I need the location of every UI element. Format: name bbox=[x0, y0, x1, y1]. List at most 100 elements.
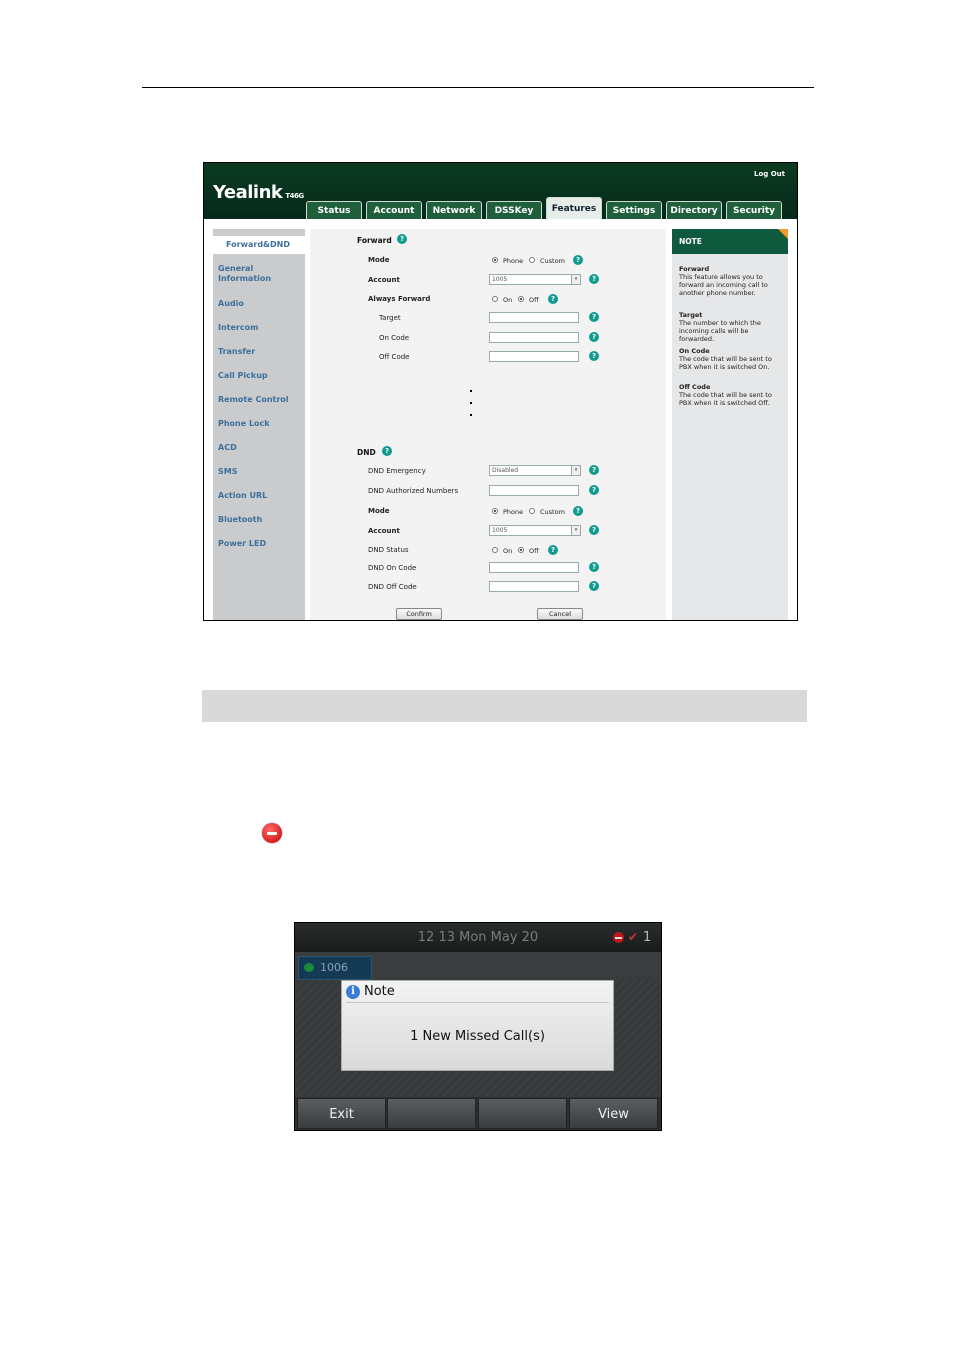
ellipsis-dot bbox=[470, 390, 472, 392]
dnd-status-on-label: On bbox=[503, 547, 513, 555]
dialog-divider bbox=[346, 1002, 609, 1003]
sidebar-item-acd[interactable]: ACD bbox=[218, 443, 237, 453]
cancel-button[interactable]: Cancel bbox=[537, 608, 583, 620]
missed-call-count: 1 bbox=[643, 930, 652, 945]
note-item: Off Code The code that will be sent to PB… bbox=[679, 383, 772, 407]
logout-link[interactable]: Log Out bbox=[754, 170, 785, 178]
chevron-down-icon: ▾ bbox=[571, 466, 580, 475]
ellipsis-dot bbox=[470, 402, 472, 404]
off-code-input[interactable] bbox=[489, 351, 579, 362]
note-item: Target The number to which the incoming c… bbox=[679, 311, 761, 343]
help-icon[interactable]: ? bbox=[589, 274, 599, 284]
forward-mode-label: Mode bbox=[368, 256, 390, 264]
softkey-blank[interactable] bbox=[387, 1098, 476, 1129]
dnd-emergency-select[interactable]: Disabled ▾ bbox=[489, 465, 581, 476]
sidebar-item-general-information[interactable]: General Information bbox=[218, 264, 288, 284]
help-icon[interactable]: ? bbox=[548, 545, 558, 555]
tab-dsskey[interactable]: DSSKey bbox=[486, 201, 542, 219]
note-item: Forward This feature allows you to forwar… bbox=[679, 265, 768, 297]
sidebar-item-phone-lock[interactable]: Phone Lock bbox=[218, 419, 270, 429]
web-ui-screenshot: Yealink T46G Log Out Status Account Netwo… bbox=[203, 162, 798, 621]
sidebar-item-intercom[interactable]: Intercom bbox=[218, 323, 258, 333]
softkey-view[interactable]: View bbox=[569, 1098, 658, 1129]
dnd-off-code-input[interactable] bbox=[489, 581, 579, 592]
help-icon[interactable]: ? bbox=[589, 351, 599, 361]
on-code-label: On Code bbox=[379, 334, 410, 342]
ellipsis-dot bbox=[470, 414, 472, 416]
tab-features[interactable]: Features bbox=[546, 197, 602, 219]
always-forward-label: Always Forward bbox=[368, 295, 431, 303]
sidebar-item-call-pickup[interactable]: Call Pickup bbox=[218, 371, 268, 381]
dnd-authorized-label: DND Authorized Numbers bbox=[368, 487, 459, 495]
help-icon[interactable]: ? bbox=[589, 465, 599, 475]
line-key[interactable]: 1006 bbox=[298, 956, 372, 980]
tab-security[interactable]: Security bbox=[726, 201, 782, 219]
help-icon[interactable]: ? bbox=[589, 525, 599, 535]
sidebar-item-transfer[interactable]: Transfer bbox=[218, 347, 255, 357]
dnd-status-off-radio[interactable] bbox=[518, 547, 524, 553]
forward-mode-phone-radio[interactable] bbox=[492, 257, 498, 263]
settings-form bbox=[310, 229, 666, 620]
dnd-icon bbox=[613, 932, 624, 943]
help-icon[interactable]: ? bbox=[589, 312, 599, 322]
forward-section-title: Forward bbox=[357, 236, 392, 245]
chevron-down-icon: ▾ bbox=[571, 275, 580, 284]
softkey-bar: Exit View bbox=[295, 1097, 661, 1130]
help-icon[interactable]: ? bbox=[573, 506, 583, 516]
forward-account-select[interactable]: 1005 ▾ bbox=[489, 274, 581, 285]
dialog-message: 1 New Missed Call(s) bbox=[410, 1029, 545, 1044]
dnd-status-on-radio[interactable] bbox=[492, 547, 498, 553]
help-icon[interactable]: ? bbox=[589, 562, 599, 572]
tab-directory[interactable]: Directory bbox=[666, 201, 722, 219]
dnd-status-off-label: Off bbox=[529, 547, 539, 555]
dnd-status-label: DND Status bbox=[368, 546, 409, 554]
sidebar-item-power-led[interactable]: Power LED bbox=[218, 539, 266, 549]
sidebar-item-action-url[interactable]: Action URL bbox=[218, 491, 267, 501]
forward-mode-custom-radio[interactable] bbox=[529, 257, 535, 263]
section-gray-bar bbox=[202, 690, 807, 722]
sidebar-item-bluetooth[interactable]: Bluetooth bbox=[218, 515, 262, 525]
always-forward-off-radio[interactable] bbox=[518, 296, 524, 302]
forward-mode-phone-label: Phone bbox=[503, 257, 524, 265]
dnd-authorized-input[interactable] bbox=[489, 485, 579, 496]
help-icon[interactable]: ? bbox=[548, 294, 558, 304]
confirm-button[interactable]: Confirm bbox=[396, 608, 442, 620]
phone-handset-icon bbox=[304, 963, 314, 972]
tab-network[interactable]: Network bbox=[426, 201, 482, 219]
tab-status[interactable]: Status bbox=[306, 201, 362, 219]
target-input[interactable] bbox=[489, 312, 579, 323]
phone-status-bar: 12 13 Mon May 20 ✔ 1 bbox=[295, 923, 661, 952]
tab-settings[interactable]: Settings bbox=[606, 201, 662, 219]
page-header-rule bbox=[142, 87, 814, 88]
dnd-mode-custom-radio[interactable] bbox=[529, 508, 535, 514]
sidebar-item-remote-control[interactable]: Remote Control bbox=[218, 395, 289, 405]
sidebar-item-sms[interactable]: SMS bbox=[218, 467, 237, 477]
softkey-exit[interactable]: Exit bbox=[297, 1098, 386, 1129]
web-header: Yealink T46G Log Out Status Account Netwo… bbox=[204, 163, 797, 219]
sidebar-item-forward-dnd[interactable]: Forward&DND bbox=[212, 236, 308, 254]
dnd-stop-icon bbox=[262, 823, 282, 843]
note-item: On Code The code that will be sent to PBX… bbox=[679, 347, 772, 371]
dnd-on-code-input[interactable] bbox=[489, 562, 579, 573]
dnd-account-select[interactable]: 1005 ▾ bbox=[489, 525, 581, 536]
help-icon[interactable]: ? bbox=[397, 234, 407, 244]
help-icon[interactable]: ? bbox=[573, 255, 583, 265]
note-corner-decoration bbox=[778, 229, 788, 239]
target-label: Target bbox=[379, 314, 401, 322]
always-forward-on-radio[interactable] bbox=[492, 296, 498, 302]
note-dialog: i Note 1 New Missed Call(s) bbox=[341, 980, 614, 1071]
on-code-input[interactable] bbox=[489, 332, 579, 343]
dnd-section-title: DND bbox=[357, 448, 376, 457]
softkey-blank[interactable] bbox=[478, 1098, 567, 1129]
help-icon[interactable]: ? bbox=[589, 485, 599, 495]
off-code-label: Off Code bbox=[379, 353, 410, 361]
help-icon[interactable]: ? bbox=[382, 446, 392, 456]
dnd-mode-phone-radio[interactable] bbox=[492, 508, 498, 514]
dnd-on-code-label: DND On Code bbox=[368, 564, 417, 572]
dnd-mode-custom-label: Custom bbox=[540, 508, 565, 516]
tab-account[interactable]: Account bbox=[366, 201, 422, 219]
help-icon[interactable]: ? bbox=[589, 581, 599, 591]
sidebar-item-audio[interactable]: Audio bbox=[218, 299, 244, 309]
help-icon[interactable]: ? bbox=[589, 332, 599, 342]
missed-call-icon: ✔ bbox=[628, 930, 639, 944]
